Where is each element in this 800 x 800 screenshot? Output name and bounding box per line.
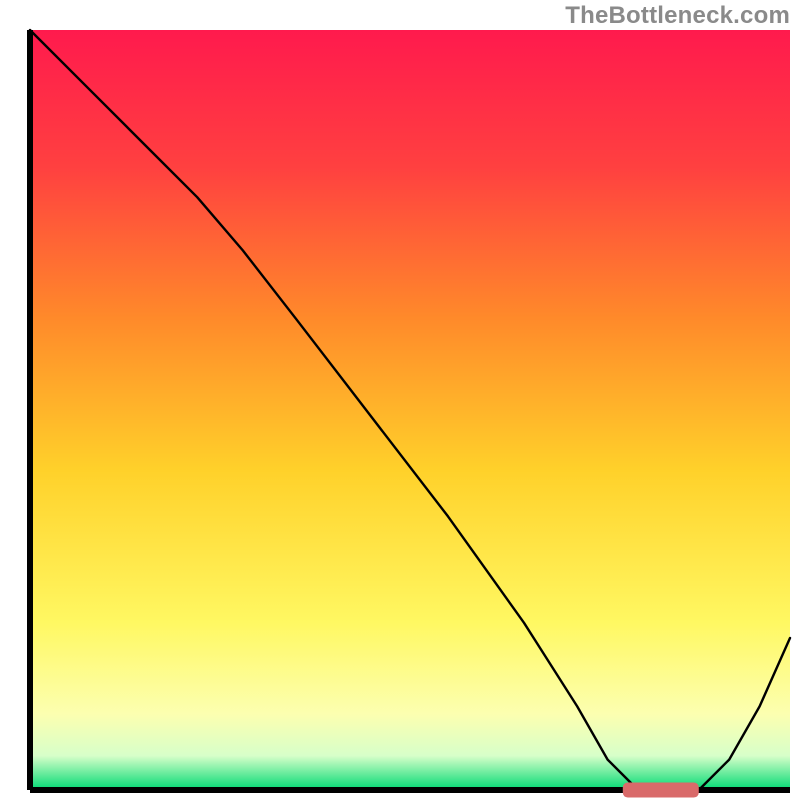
chart-stage: TheBottleneck.com: [0, 0, 800, 800]
bottleneck-chart: [0, 0, 800, 800]
optimal-zone-marker: [623, 782, 699, 797]
